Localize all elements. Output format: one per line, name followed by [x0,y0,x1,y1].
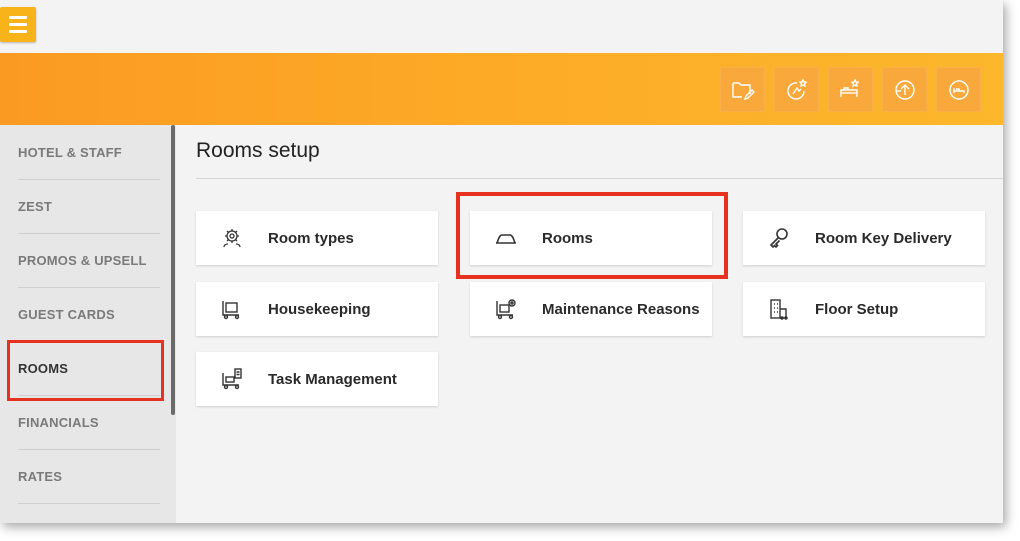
room-star-button[interactable] [828,67,873,112]
card-task-management[interactable]: Task Management [196,352,438,406]
sidebar: HOTEL & STAFF ZEST PROMOS & UPSELL GUEST… [0,125,176,523]
main-content: Rooms setup Room types Rooms Room Key De… [178,125,1003,523]
sidebar-item-financials[interactable]: FINANCIALS [18,395,160,450]
title-divider [196,178,1003,179]
card-label: Room types [268,229,354,247]
sidebar-item-guest-cards[interactable]: GUEST CARDS [18,287,160,342]
sidebar-item-rates[interactable]: RATES [18,449,160,504]
hamburger-icon [9,16,27,19]
card-label: Maintenance Reasons [542,300,700,318]
upload-icon [894,79,915,100]
sidebar-scrollbar[interactable] [171,125,175,415]
card-floor-setup[interactable]: Floor Setup [743,282,985,336]
folder-edit-icon [731,81,755,100]
top-bar [0,0,1003,53]
sidebar-item-promos-upsell[interactable]: PROMOS & UPSELL [18,233,160,288]
rate-star-icon [786,77,807,100]
upload-button[interactable] [882,67,927,112]
key-icon [767,226,791,250]
card-label: Housekeeping [268,300,371,318]
hamburger-line [9,30,27,33]
card-label: Floor Setup [815,300,899,318]
cart-icon [220,297,244,321]
card-room-types[interactable]: Room types [196,211,438,265]
folder-edit-button[interactable] [720,67,765,112]
rate-star-button[interactable] [774,67,819,112]
page-title: Rooms setup [196,139,320,162]
card-label: Task Management [268,370,397,388]
card-room-key-delivery[interactable]: Room Key Delivery [743,211,985,265]
hamburger-menu-button[interactable] [0,7,36,42]
sidebar-item-hotel-staff[interactable]: HOTEL & STAFF [18,125,160,180]
building-icon [767,297,791,321]
task-cart-icon [220,367,244,391]
room-star-icon [839,77,859,97]
card-housekeeping[interactable]: Housekeeping [196,282,438,336]
maintenance-cart-icon [494,297,518,321]
rooms-card-highlight-box [456,192,728,279]
card-label: Room Key Delivery [815,229,952,247]
rooms-highlight-box [7,340,164,401]
gear-people-icon [220,226,244,250]
sidebar-item-zest[interactable]: ZEST [18,179,160,234]
room-service-button[interactable] [936,67,981,112]
card-maintenance-reasons[interactable]: Maintenance Reasons [470,282,712,336]
app-window: HOTEL & STAFF ZEST PROMOS & UPSELL GUEST… [0,0,1003,523]
header-toolbar [0,53,1003,125]
hamburger-line [9,23,27,26]
room-service-icon [948,79,969,100]
